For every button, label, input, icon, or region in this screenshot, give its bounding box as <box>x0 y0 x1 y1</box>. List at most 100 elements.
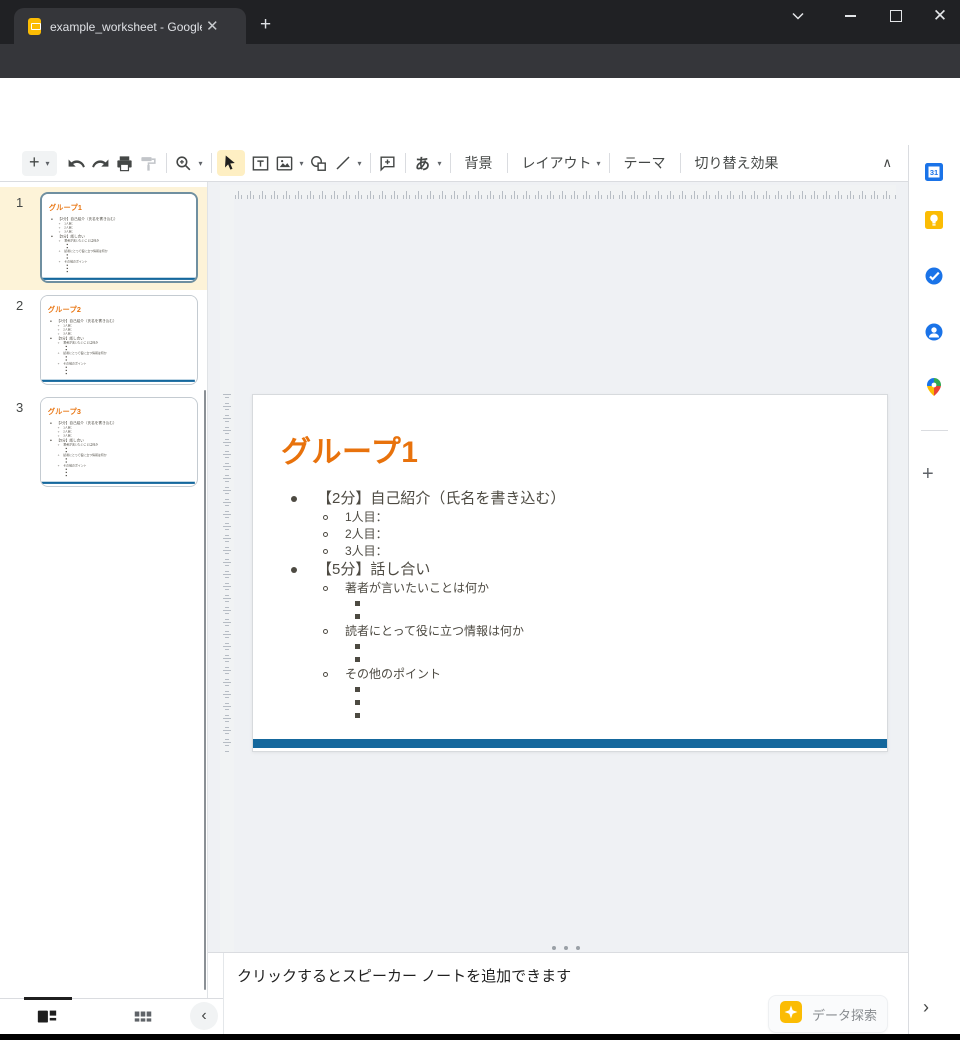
bullet-marker <box>59 251 60 252</box>
insert-image-button[interactable] <box>273 151 297 175</box>
bullet-item: 【5分】話し合い <box>253 560 887 580</box>
bullet-marker <box>66 367 67 368</box>
browser-tab-bar: example_worksheet - Google スラ ✕ + ✕ <box>0 0 960 44</box>
new-slide-caret-icon[interactable]: ▾ <box>43 159 53 168</box>
toolbar-divider <box>211 153 212 173</box>
print-button[interactable] <box>113 151 137 175</box>
slide-thumbnail-1[interactable]: グループ1【2分】自己紹介（氏名を書き込む）1人目：2人目：3人目：【5分】話し… <box>40 192 198 283</box>
calendar-icon[interactable]: 31 <box>924 162 944 182</box>
redo-button[interactable] <box>89 151 113 175</box>
notes-resize-handle[interactable] <box>552 946 580 950</box>
bullet-marker <box>66 475 67 476</box>
bullet-item <box>253 640 887 653</box>
slide-number: 2 <box>16 298 23 313</box>
svg-text:31: 31 <box>930 168 938 177</box>
window-maximize-button[interactable] <box>882 4 910 28</box>
layout-button[interactable]: レイアウト <box>513 153 594 173</box>
bullet-item: 1人目： <box>253 509 887 526</box>
text-box-tool-button[interactable] <box>249 151 273 175</box>
toolbar-divider <box>450 153 451 173</box>
select-tool-button[interactable] <box>217 150 245 176</box>
tab-close-icon[interactable]: ✕ <box>206 19 219 34</box>
bullet-text: その他のポイント <box>345 666 441 683</box>
shape-tool-button[interactable] <box>307 151 331 175</box>
image-caret-icon[interactable]: ▾ <box>297 159 307 168</box>
app-header: example_worksheet ファイル編集表示挿入表示形式スライド配置 ▾ <box>0 78 960 145</box>
slide-title: グループ3 <box>48 406 81 417</box>
bullet-marker <box>58 329 59 330</box>
bullet-text: 著者が言いたいことは何か <box>64 239 99 243</box>
sidebar-divider <box>921 430 948 431</box>
bullet-marker <box>58 455 59 456</box>
window-minimize-button[interactable] <box>836 4 864 28</box>
toolbar-divider <box>680 153 681 173</box>
speaker-notes-panel[interactable]: クリックするとスピーカー ノートを追加できます データ探索 <box>208 952 908 1034</box>
slide-bullet-list: 【2分】自己紹介（氏名を書き込む）1人目：2人目：3人目：【5分】話し合い著者が… <box>253 489 887 722</box>
collapse-filmstrip-chevron-icon[interactable]: ‹ <box>190 1002 218 1030</box>
bullet-marker <box>66 458 67 459</box>
explore-label: データ探索 <box>812 1005 877 1024</box>
layout-caret-icon[interactable]: ▾ <box>594 159 604 168</box>
tasks-icon[interactable] <box>924 266 944 286</box>
main-slide[interactable]: グループ1【2分】自己紹介（氏名を書き込む）1人目：2人目：3人目：【5分】話し… <box>252 394 888 752</box>
bullet-text: 読者にとって役に立つ情報は何か <box>63 453 106 457</box>
toolbar-divider <box>166 153 167 173</box>
bullet-marker <box>323 586 328 591</box>
expand-side-panel-chevron-icon[interactable]: › <box>923 997 929 1018</box>
bullet-marker <box>66 373 67 374</box>
bullet-marker <box>66 461 67 462</box>
line-caret-icon[interactable]: ▾ <box>355 159 365 168</box>
slide-thumbnail-2[interactable]: グループ2【2分】自己紹介（氏名を書き込む）1人目：2人目：3人目：【5分】話し… <box>40 295 198 385</box>
zoom-caret-icon[interactable]: ▾ <box>196 159 206 168</box>
line-tool-button[interactable] <box>331 151 355 175</box>
bullet-text: その他のポイント <box>63 464 86 468</box>
bullet-item: その他のポイント <box>253 666 887 683</box>
google-slides-window: example_worksheet - Google スラ ✕ + ✕ docs… <box>0 0 960 1040</box>
speaker-notes-placeholder[interactable]: クリックするとスピーカー ノートを追加できます <box>237 965 571 986</box>
maps-icon[interactable] <box>924 377 944 397</box>
grid-view-button[interactable] <box>132 1006 154 1033</box>
bullet-marker <box>355 601 360 606</box>
bullet-marker <box>66 349 67 350</box>
bullet-marker <box>58 363 59 364</box>
bullet-item: 読者にとって役に立つ情報は何か <box>253 623 887 640</box>
bullet-marker <box>50 440 51 441</box>
bullet-marker <box>67 247 68 248</box>
zoom-button[interactable] <box>172 151 196 175</box>
paint-format-button[interactable] <box>137 151 161 175</box>
background-button[interactable]: 背景 <box>456 153 502 173</box>
theme-button[interactable]: テーマ <box>615 153 675 173</box>
new-tab-button[interactable]: + <box>260 14 271 36</box>
explore-icon <box>779 1000 803 1029</box>
plus-icon: + <box>29 152 40 173</box>
bullet-item: 3人目： <box>253 543 887 560</box>
keep-icon[interactable] <box>924 210 944 230</box>
insert-comment-button[interactable] <box>376 151 400 175</box>
hide-menus-chevron-icon[interactable]: ∧ <box>882 155 892 171</box>
window-close-button[interactable]: ✕ <box>926 4 954 28</box>
filmstrip-view-button[interactable] <box>36 1006 58 1033</box>
bullet-marker <box>51 236 52 237</box>
undo-button[interactable] <box>65 151 89 175</box>
bullet-item <box>253 610 887 623</box>
bullet-marker <box>66 346 67 347</box>
contacts-icon[interactable] <box>924 322 944 342</box>
bullet-text: 著者が言いたいことは何か <box>63 341 98 345</box>
tab-title: example_worksheet - Google スラ <box>50 18 202 35</box>
text-options-button[interactable]: あ <box>411 151 435 175</box>
window-profile-chevron-icon[interactable] <box>784 4 812 28</box>
bullet-marker <box>67 265 68 266</box>
bullet-marker <box>66 451 67 452</box>
new-slide-button[interactable]: + ▾ <box>22 151 57 176</box>
add-addon-button[interactable]: + <box>922 463 934 486</box>
filmstrip-scrollbar[interactable] <box>204 390 206 990</box>
toolbar-divider <box>507 153 508 173</box>
slide-thumbnail-3[interactable]: グループ3【2分】自己紹介（氏名を書き込む）1人目：2人目：3人目：【5分】話し… <box>40 397 198 487</box>
browser-tab[interactable]: example_worksheet - Google スラ ✕ <box>14 8 246 44</box>
bullet-marker <box>58 431 59 432</box>
explore-button[interactable]: データ探索 <box>768 995 888 1033</box>
bullet-item <box>253 683 887 696</box>
transition-button[interactable]: 切り替え効果 <box>686 153 788 173</box>
text-options-caret-icon[interactable]: ▾ <box>435 159 445 168</box>
bullet-marker <box>323 672 328 677</box>
